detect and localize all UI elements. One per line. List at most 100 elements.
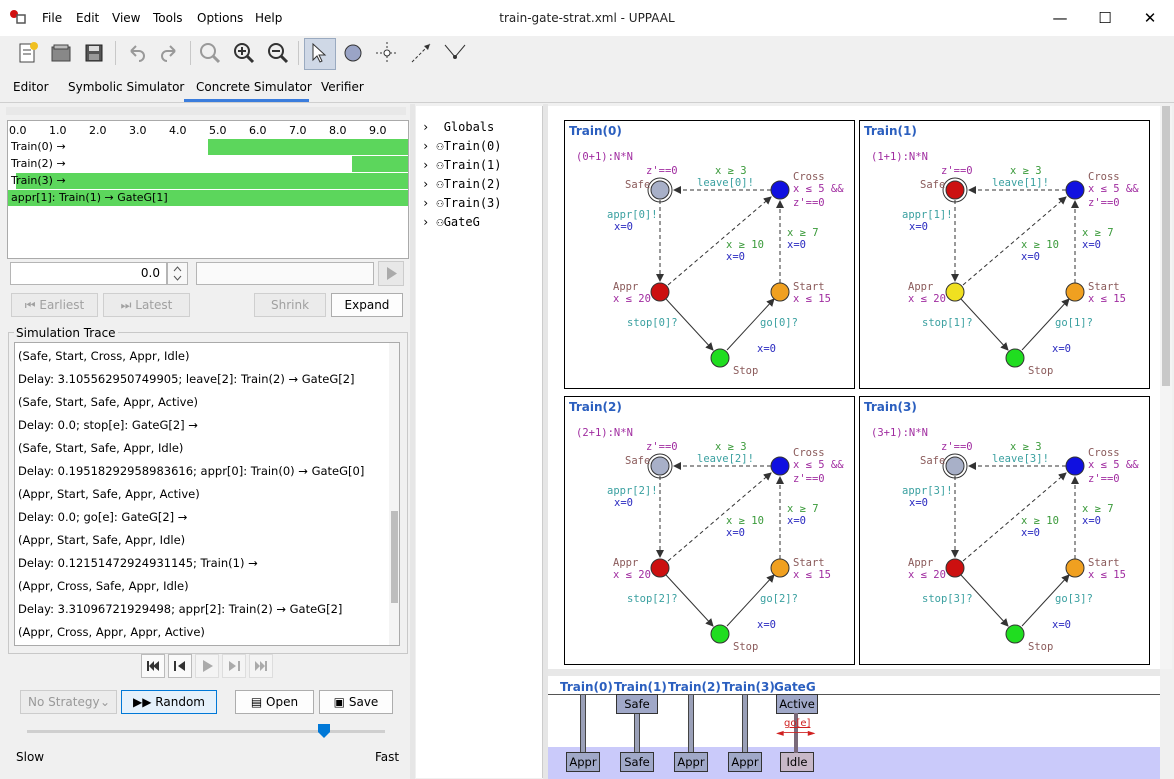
- msc-state-box[interactable]: Appr: [674, 752, 708, 772]
- speed-slider-thumb[interactable]: [318, 724, 331, 738]
- tree-item-gateg[interactable]: › ⚇GateG: [422, 215, 480, 229]
- trace-entry[interactable]: Delay: 0.12151472924931145; Train(1) →: [18, 556, 258, 570]
- save-icon[interactable]: [80, 39, 108, 67]
- tree-item-train1[interactable]: › ⚇Train(1): [422, 158, 502, 172]
- skip-start-icon: [147, 661, 159, 671]
- redo-icon[interactable]: [156, 39, 184, 67]
- zoom-out-icon[interactable]: [264, 39, 292, 67]
- earliest-button[interactable]: ⏮ Earliest: [11, 293, 98, 317]
- fast-label: Fast: [375, 750, 400, 764]
- msc-state-box[interactable]: Safe: [620, 752, 654, 772]
- canvas-scrollbar[interactable]: [1160, 106, 1172, 669]
- cross-update: x=0: [726, 251, 745, 263]
- shrink-button[interactable]: Shrink: [254, 293, 326, 317]
- timeline-row[interactable]: Train(3) →: [8, 173, 408, 189]
- speed-slider-track[interactable]: [27, 730, 385, 733]
- close-button[interactable]: ✕: [1130, 4, 1170, 32]
- random-button[interactable]: ▶▶ Random: [121, 690, 217, 714]
- tree-item-globals[interactable]: › Globals: [422, 120, 494, 134]
- step-back-button[interactable]: [168, 654, 192, 678]
- open-folder-icon[interactable]: [47, 39, 75, 67]
- msc-splitter[interactable]: [548, 669, 1160, 676]
- trace-entry[interactable]: (Appr, Start, Safe, Appr, Idle): [18, 533, 185, 547]
- transition-input[interactable]: [196, 262, 374, 285]
- open-button[interactable]: ▤ Open: [235, 690, 314, 714]
- trace-entry[interactable]: Delay: 3.105562950749905; leave[2]: Trai…: [18, 372, 355, 386]
- new-document-icon[interactable]: [14, 39, 42, 67]
- minimize-button[interactable]: —: [1040, 4, 1080, 32]
- process-panel-train1[interactable]: Train(1) (1+1):N*N Safe z'==0 x ≥ 3 leav…: [859, 120, 1150, 389]
- timeline-chart[interactable]: 0.0 1.0 2.0 3.0 4.0 5.0 6.0 7.0 8.0 9.0 Train(0) …: [7, 120, 409, 259]
- trace-scrollbar[interactable]: [389, 343, 399, 645]
- cross-label: Cross: [1088, 447, 1120, 459]
- trace-entry[interactable]: Delay: 3.31096721929498; appr[2]: Train(…: [18, 602, 342, 616]
- tab-concrete-simulator[interactable]: Concrete Simulator: [196, 80, 312, 94]
- nail-icon[interactable]: [441, 39, 469, 67]
- msc-state-box[interactable]: Appr: [566, 752, 600, 772]
- start-update: x=0: [787, 515, 806, 527]
- start-guard: x ≥ 7: [787, 503, 819, 515]
- play-button[interactable]: [195, 654, 219, 678]
- system-tree[interactable]: › Globals › ⚇Train(0) › ⚇Train(1) › ⚇Tra…: [416, 106, 543, 778]
- edge-icon[interactable]: [407, 39, 435, 67]
- start-update: x=0: [1082, 515, 1101, 527]
- tree-item-train0[interactable]: › ⚇Train(0): [422, 139, 502, 153]
- timeline-row[interactable]: Train(2) →: [8, 156, 408, 172]
- canvas-scrollbar-thumb[interactable]: [1162, 106, 1170, 386]
- play-transition-button[interactable]: [378, 261, 404, 286]
- simulation-trace-list[interactable]: (Safe, Start, Cross, Appr, Idle) Delay: …: [14, 342, 400, 646]
- msc-state-box[interactable]: Active: [776, 694, 818, 714]
- msc-state-box[interactable]: Idle: [780, 752, 814, 772]
- leave-sync: leave[3]!: [992, 453, 1049, 465]
- process-panel-train2[interactable]: Train(2) (2+1):N*N Safe z'==0 x ≥ 3 leav…: [564, 396, 855, 665]
- trace-entry[interactable]: Delay: 0.0; stop[e]: GateG[2] →: [18, 418, 198, 432]
- trace-entry[interactable]: (Safe, Start, Safe, Appr, Active): [18, 395, 198, 409]
- process-icon: ⚇: [436, 215, 444, 229]
- trace-entry[interactable]: Delay: 0.19518292958983616; appr[0]: Tra…: [18, 464, 364, 478]
- expand-button[interactable]: Expand: [331, 293, 403, 317]
- cross-invariant-z: z'==0: [1088, 473, 1120, 485]
- undo-icon[interactable]: [122, 39, 150, 67]
- time-spinner[interactable]: [167, 262, 188, 285]
- msc-state-box[interactable]: Safe: [616, 694, 658, 714]
- appr-sync: appr[1]!: [902, 209, 953, 221]
- go-sync: go[0]?: [760, 317, 798, 329]
- location-stop: [1005, 348, 1025, 368]
- trace-entry[interactable]: (Appr, Cross, Safe, Appr, Idle): [18, 579, 189, 593]
- save-button[interactable]: ▣ Save: [319, 690, 393, 714]
- timeline-row[interactable]: Train(0) →: [8, 139, 408, 155]
- strategy-select[interactable]: No Strategy ⌄: [20, 690, 117, 714]
- trace-entry[interactable]: (Safe, Start, Safe, Appr, Idle): [18, 441, 183, 455]
- trace-entry[interactable]: (Appr, Start, Safe, Appr, Active): [18, 487, 200, 501]
- process-panel-train0[interactable]: Train(0) (0+1):N*N Safe z'==0 x ≥ 3 leav…: [564, 120, 855, 389]
- message-sequence-chart[interactable]: Train(0) Appr Train(1) Safe Train(2) Appr Trai…: [548, 676, 1160, 779]
- tab-verifier[interactable]: Verifier: [321, 80, 364, 94]
- msc-state-box[interactable]: Appr: [728, 752, 762, 772]
- process-panel-train3[interactable]: Train(3) (3+1):N*N Safe z'==0 x ≥ 3 leav…: [859, 396, 1150, 665]
- step-forward-button[interactable]: [222, 654, 246, 678]
- trace-entry[interactable]: Delay: 0.0; go[e]: GateG[2] →: [18, 510, 187, 524]
- process-canvas[interactable]: Train(0) (0+1):N*N Safe z'==0 x ≥ 3 leav…: [548, 106, 1160, 669]
- play-icon: [387, 267, 397, 280]
- tree-item-train2[interactable]: › ⚇Train(2): [422, 177, 502, 191]
- earliest-label: Earliest: [39, 298, 85, 312]
- branch-icon[interactable]: [373, 39, 401, 67]
- location-icon[interactable]: [339, 39, 367, 67]
- trace-entry[interactable]: (Safe, Start, Cross, Appr, Idle): [18, 349, 189, 363]
- first-step-button[interactable]: [141, 654, 165, 678]
- latest-button[interactable]: ⏭ Latest: [103, 293, 190, 317]
- splitter-left[interactable]: [410, 104, 415, 779]
- zoom-fit-icon[interactable]: [196, 39, 224, 67]
- trace-entry[interactable]: (Appr, Cross, Appr, Appr, Active): [18, 625, 205, 639]
- tab-editor[interactable]: Editor: [13, 80, 49, 94]
- time-input[interactable]: 0.0: [10, 262, 167, 285]
- timeline-row[interactable]: appr[1]: Train(1) → GateG[1]: [8, 190, 408, 206]
- tree-item-train3[interactable]: › ⚇Train(3): [422, 196, 502, 210]
- maximize-button[interactable]: ☐: [1085, 4, 1125, 32]
- select-pointer-icon[interactable]: [305, 39, 333, 67]
- zoom-in-icon[interactable]: [230, 39, 258, 67]
- tab-symbolic-simulator[interactable]: Symbolic Simulator: [68, 80, 184, 94]
- last-step-button[interactable]: [249, 654, 273, 678]
- trace-scrollbar-thumb[interactable]: [391, 511, 398, 603]
- timeline-row-label: Train(3) →: [11, 174, 66, 187]
